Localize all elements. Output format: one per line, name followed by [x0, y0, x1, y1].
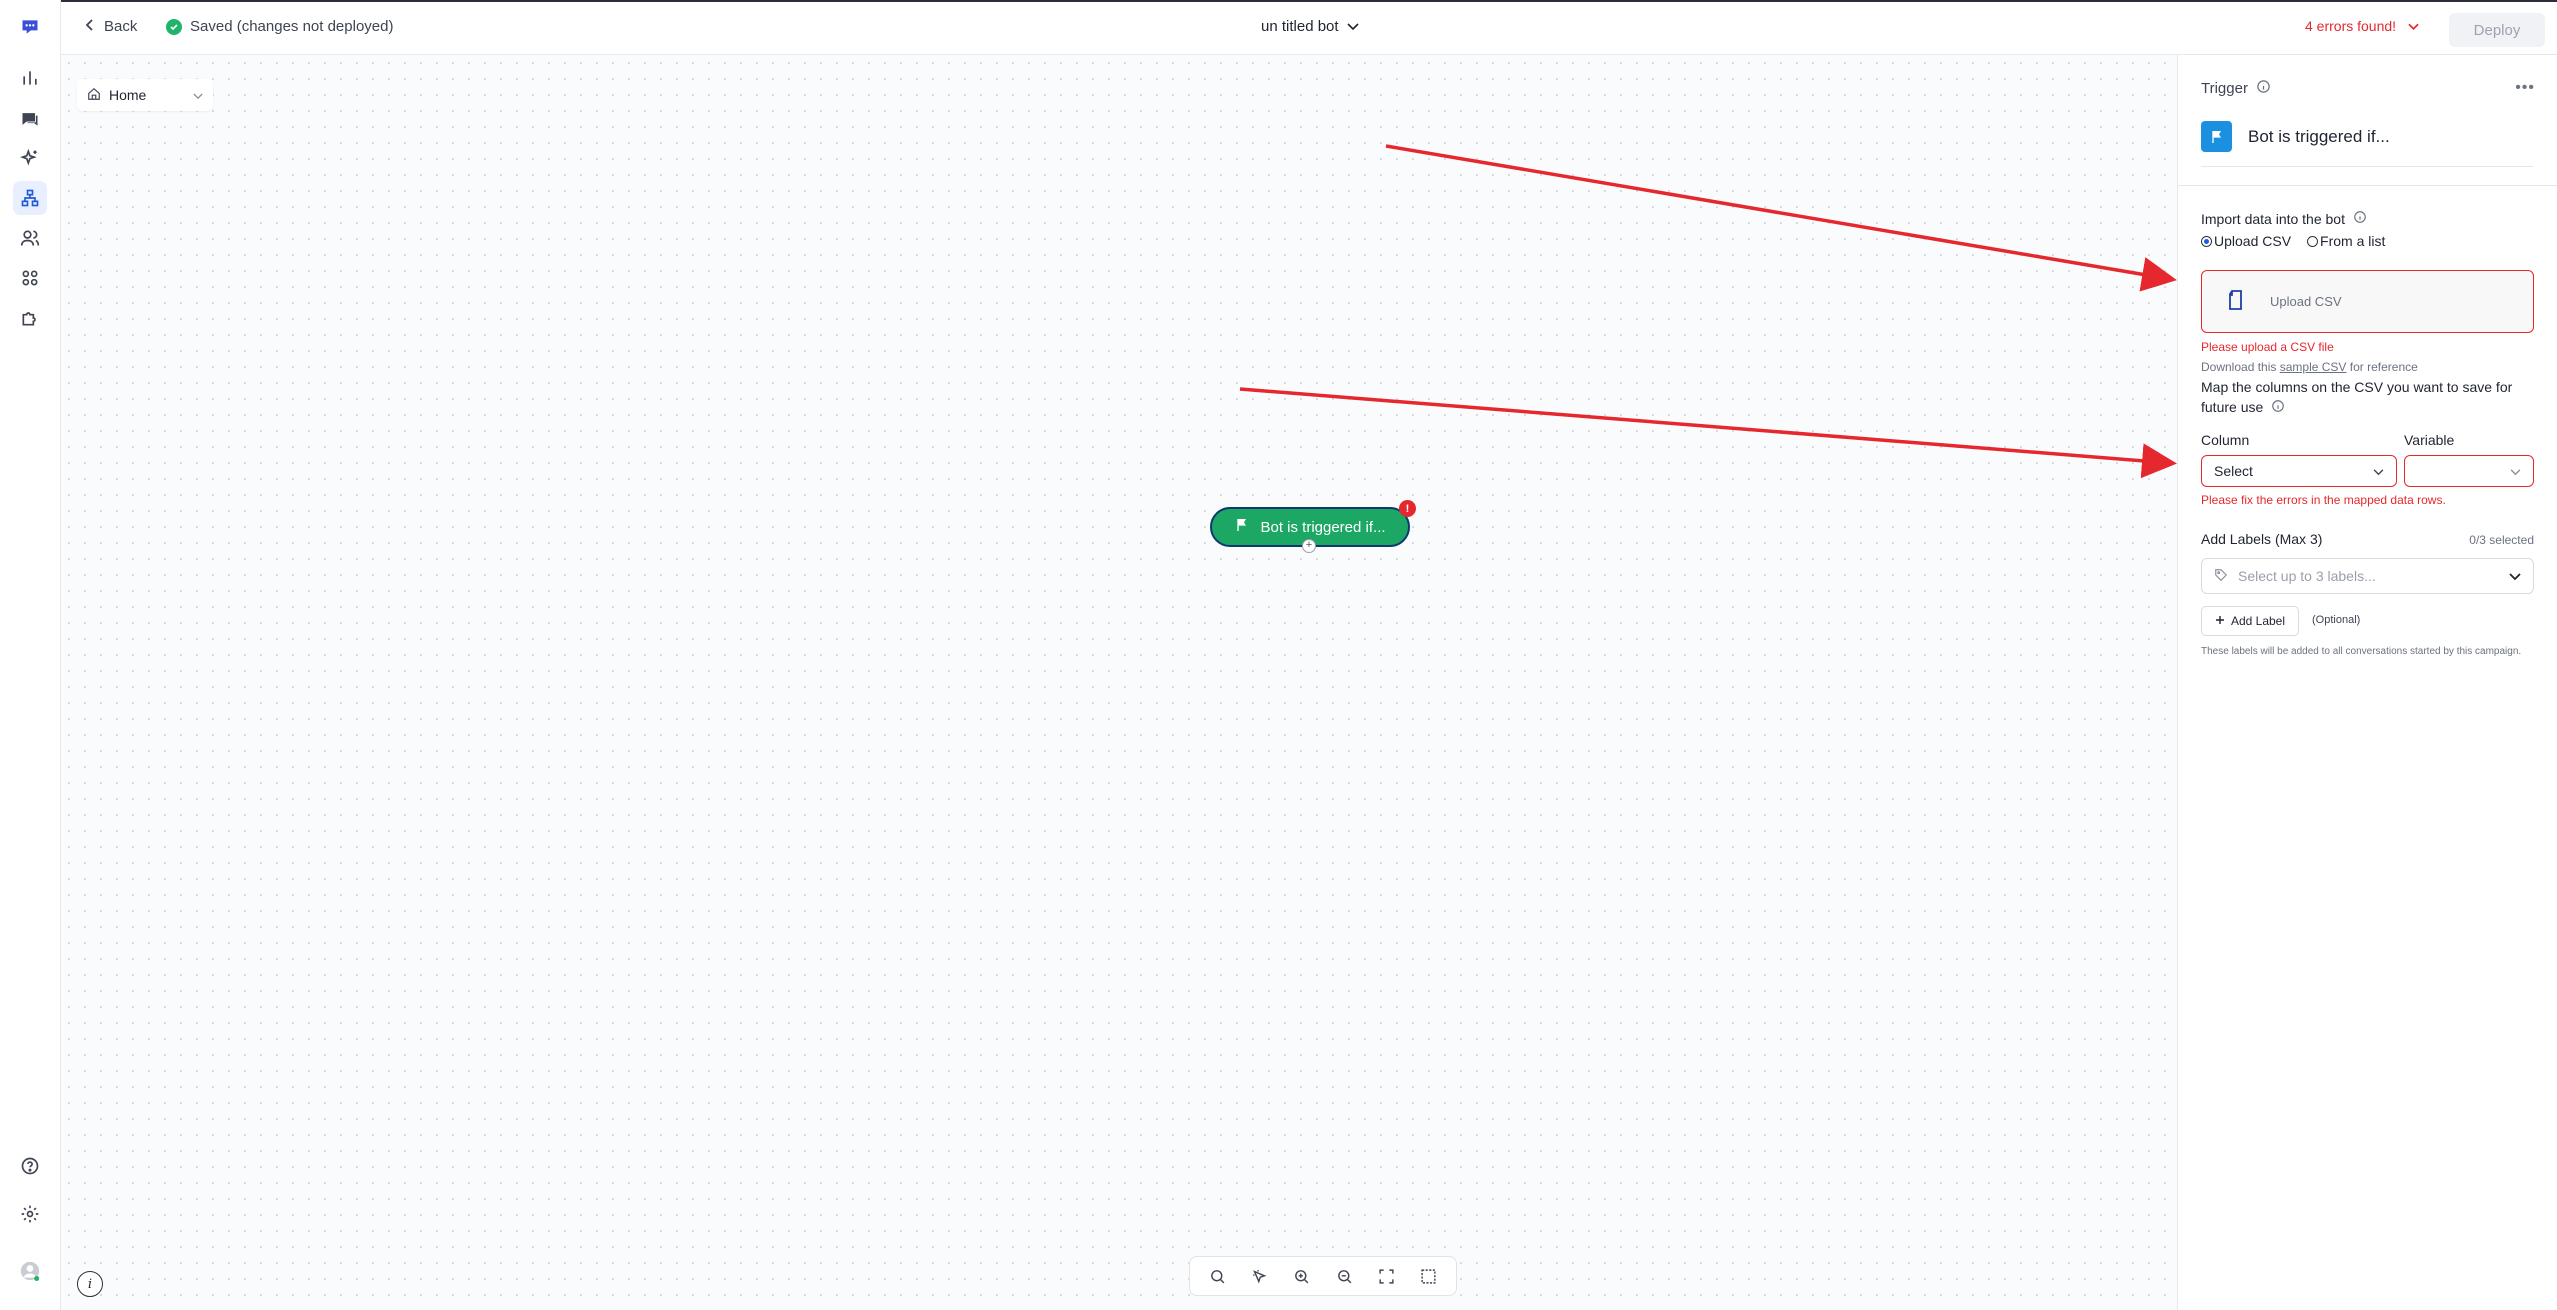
variable-select[interactable]	[2404, 455, 2534, 487]
add-label-text: Add Label	[2230, 614, 2286, 628]
fit-screen-icon[interactable]	[1369, 1261, 1403, 1291]
info-icon[interactable]	[2353, 210, 2367, 227]
divider	[2178, 185, 2557, 186]
upload-error: Please upload a CSV file	[2201, 340, 2334, 354]
import-label-text: Import data into the bot	[2201, 210, 2345, 227]
radio-button[interactable]	[2307, 235, 2319, 247]
column-label: Column	[2201, 432, 2250, 448]
analytics-icon[interactable]	[13, 61, 47, 95]
upload-csv-dropzone[interactable]: Upload CSV	[2201, 270, 2534, 333]
flow-canvas[interactable]: Home Bot is triggered if... ! + i	[61, 55, 2557, 1310]
back-button[interactable]: Back	[85, 18, 137, 35]
help-icon[interactable]	[13, 1149, 47, 1183]
more-options-icon[interactable]: •••	[2515, 79, 2535, 97]
chat-icon[interactable]	[13, 102, 47, 136]
canvas-toolbar	[1189, 1256, 1457, 1296]
labels-footnote: These labels will be added to all conver…	[2201, 646, 2522, 657]
labels-title: Add Labels (Max 3)	[2201, 531, 2323, 547]
mapping-error: Please fix the errors in the mapped data…	[2201, 493, 2446, 507]
avatar[interactable]	[13, 1254, 47, 1288]
left-rail	[0, 0, 61, 1310]
map-columns-label: Map the columns on the CSV you want to s…	[2201, 379, 2513, 415]
home-select[interactable]: Home	[77, 79, 213, 111]
save-status-text: Saved (changes not deployed)	[190, 18, 394, 35]
radio-upload-label: Upload CSV	[2214, 233, 2292, 249]
column-select[interactable]: Select	[2201, 455, 2397, 487]
home-icon	[87, 87, 101, 104]
chevron-down-icon	[2509, 568, 2521, 584]
import-source-radios: Upload CSV From a list	[2201, 233, 2385, 249]
radio-from-list[interactable]: From a list	[2307, 233, 2385, 249]
panel-title: Trigger	[2201, 80, 2248, 97]
info-icon[interactable]	[2271, 398, 2285, 418]
plus-icon	[2215, 614, 2225, 628]
labels-count: 0/3 selected	[2469, 533, 2534, 547]
save-status: Saved (changes not deployed)	[166, 18, 393, 35]
errors-dropdown[interactable]: 4 errors found!	[2305, 18, 2419, 34]
bot-name: un titled bot	[1261, 18, 1339, 35]
chevron-left-icon	[85, 18, 95, 35]
top-bar: Back Saved (changes not deployed) un tit…	[61, 0, 2557, 55]
integrations-icon[interactable]	[13, 301, 47, 335]
errors-text: 4 errors found!	[2305, 18, 2397, 34]
labels-placeholder: Select up to 3 labels...	[2238, 568, 2376, 584]
node-error-badge: !	[1399, 500, 1416, 517]
chevron-down-icon	[2373, 463, 2384, 479]
apps-icon[interactable]	[13, 261, 47, 295]
trigger-panel: Trigger ••• Bot is triggered if... Impor…	[2177, 55, 2557, 1310]
select-area-icon[interactable]	[1412, 1261, 1446, 1291]
download-prefix: Download this	[2201, 360, 2277, 374]
download-suffix: for reference	[2349, 360, 2418, 374]
flag-icon	[1234, 517, 1250, 537]
column-select-value: Select	[2214, 463, 2253, 479]
auto-layout-icon[interactable]	[1242, 1261, 1276, 1291]
ai-sparkle-icon[interactable]	[13, 141, 47, 175]
upload-label: Upload CSV	[2270, 294, 2342, 309]
add-label-button[interactable]: Add Label	[2201, 606, 2299, 636]
back-label: Back	[104, 18, 138, 35]
trigger-title-row: Bot is triggered if...	[2201, 121, 2533, 167]
chevron-down-icon	[193, 87, 203, 103]
chevron-down-icon	[2510, 463, 2521, 479]
info-button[interactable]: i	[77, 1271, 103, 1297]
radio-list-label: From a list	[2320, 233, 2386, 249]
trigger-node-label: Bot is triggered if...	[1260, 518, 1386, 536]
flag-icon	[2201, 121, 2232, 152]
check-circle-icon	[166, 18, 182, 35]
contacts-icon[interactable]	[13, 221, 47, 255]
sample-csv-link[interactable]: sample CSV	[2280, 360, 2347, 374]
logo-icon[interactable]	[13, 10, 47, 44]
zoom-out-icon[interactable]	[1327, 1261, 1361, 1291]
search-icon[interactable]	[1200, 1261, 1234, 1291]
chevron-down-icon	[2408, 18, 2419, 34]
panel-header: Trigger	[2201, 79, 2271, 98]
zoom-in-icon[interactable]	[1285, 1261, 1319, 1291]
radio-upload-csv[interactable]: Upload CSV	[2201, 233, 2291, 249]
file-icon	[2226, 289, 2246, 314]
chevron-down-icon	[1346, 18, 1359, 35]
flow-icon[interactable]	[13, 181, 47, 215]
map-columns-text: Map the columns on the CSV you want to s…	[2201, 377, 2531, 418]
import-label: Import data into the bot	[2201, 210, 2367, 227]
radio-button[interactable]	[2201, 235, 2212, 247]
optional-note: (Optional)	[2312, 614, 2361, 626]
home-select-label: Home	[109, 87, 147, 103]
tag-icon	[2214, 568, 2228, 585]
download-hint: Download this sample CSV for reference	[2201, 360, 2418, 374]
bot-name-dropdown[interactable]: un titled bot	[1261, 18, 1359, 35]
info-icon[interactable]	[2256, 79, 2271, 98]
labels-select[interactable]: Select up to 3 labels...	[2201, 558, 2534, 594]
settings-icon[interactable]	[13, 1197, 47, 1231]
trigger-title: Bot is triggered if...	[2248, 126, 2390, 146]
add-node-button[interactable]: +	[1302, 539, 1316, 553]
deploy-button[interactable]: Deploy	[2449, 13, 2545, 47]
variable-label: Variable	[2404, 432, 2455, 448]
